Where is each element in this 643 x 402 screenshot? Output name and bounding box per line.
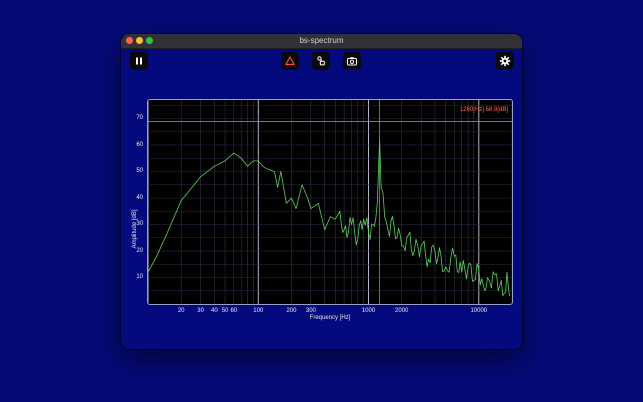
title-bar: bs-spectrum [121, 34, 522, 49]
x-tick-label: 10000 [470, 308, 488, 314]
camera-icon [347, 57, 357, 66]
x-axis-label: Frequency [Hz] [309, 315, 351, 321]
triangle-warning-icon [285, 56, 295, 66]
pause-icon [136, 57, 142, 65]
x-tick-label: 300 [305, 308, 316, 314]
y-axis-label: Amplitude [dB] [132, 209, 138, 249]
y-tick-label: 40 [136, 194, 143, 201]
x-tick-label: 100 [253, 308, 264, 314]
marker-button[interactable] [281, 52, 299, 70]
pause-button[interactable] [130, 52, 148, 70]
y-tick-label: 10 [136, 274, 143, 280]
gear-icon [499, 55, 511, 67]
y-tick-label: 60 [136, 141, 143, 148]
spectrum-trace [148, 139, 510, 297]
x-tick-label: 2000 [395, 308, 409, 314]
y-tick-label: 70 [136, 115, 143, 122]
spectrum-chart [148, 100, 512, 304]
y-tick-label: 50 [136, 168, 143, 175]
window-title: bs-spectrum [299, 36, 344, 45]
pointer-button[interactable] [312, 52, 330, 70]
x-tick-label: 1000 [361, 308, 376, 314]
marker-readout: 1260[Hz] 68.9[dB] [459, 107, 508, 113]
settings-button[interactable] [496, 52, 514, 70]
spectrum-plot[interactable]: 1260[Hz] 68.9[dB] [147, 99, 513, 305]
app-window: bs-spectrum 1260[Hz] 68.9[dB] 10 20 30 4… [121, 34, 522, 349]
pointer-icon [317, 56, 325, 66]
snapshot-button[interactable] [343, 52, 361, 70]
